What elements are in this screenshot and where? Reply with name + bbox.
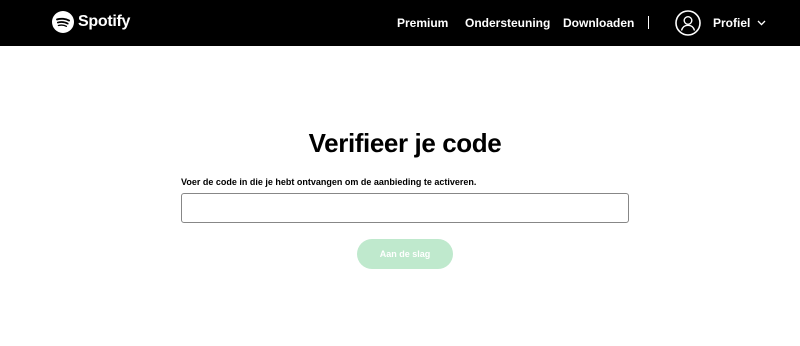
page-title: Verifieer je code — [308, 128, 502, 158]
spotify-logo-link[interactable]: Spotify — [52, 11, 130, 33]
profile-menu-button[interactable]: Profiel — [675, 10, 766, 36]
nav-link-download[interactable]: Downloaden — [563, 16, 634, 30]
brand-name: Spotify — [78, 13, 131, 30]
chevron-down-icon — [757, 20, 766, 26]
spotify-logo-icon — [52, 11, 74, 33]
submit-button[interactable]: Aan de slag — [357, 239, 453, 269]
nav-link-premium[interactable]: Premium — [397, 16, 448, 30]
code-input[interactable] — [181, 193, 629, 223]
user-avatar-icon — [675, 10, 701, 36]
nav-link-support[interactable]: Ondersteuning — [465, 16, 550, 30]
top-navigation-bar: Spotify Premium Ondersteuning Downloaden… — [0, 0, 800, 46]
profile-label: Profiel — [713, 16, 751, 30]
code-field-label: Voer de code in die je hebt ontvangen om… — [181, 177, 477, 187]
nav-divider — [648, 16, 649, 29]
